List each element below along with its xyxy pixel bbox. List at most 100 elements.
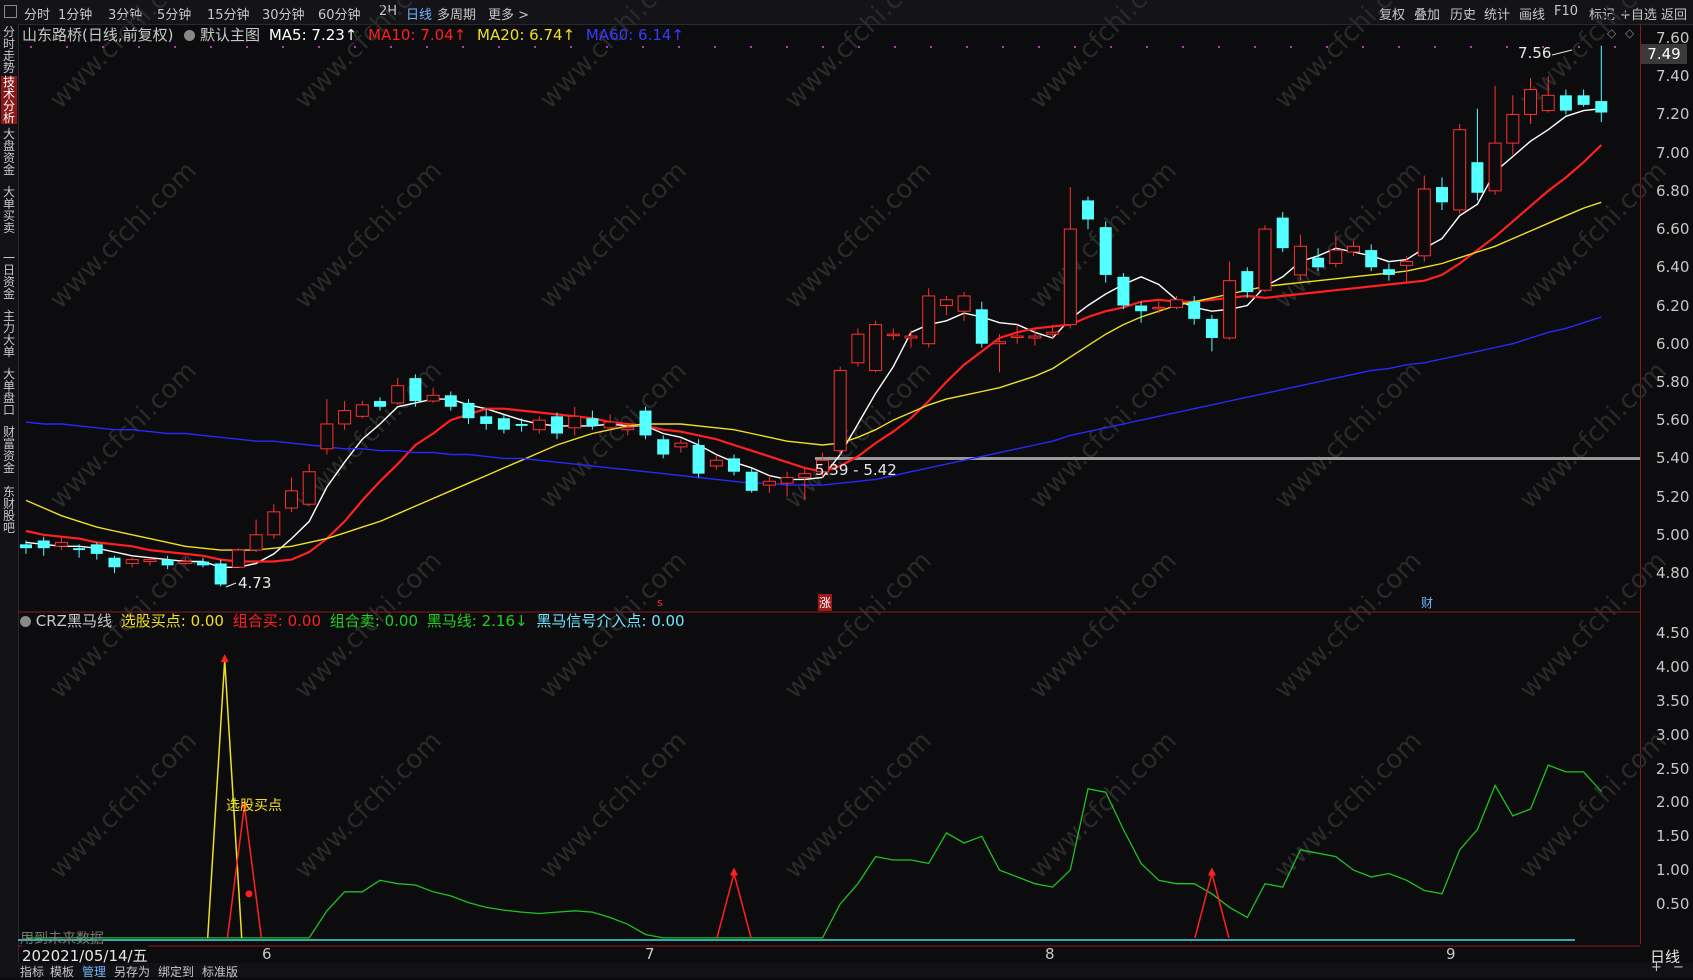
candle-body-down [161, 559, 174, 566]
candle-body-up [1347, 245, 1360, 253]
low-price-label: 4.73 [238, 574, 272, 592]
ma5-value: MA5: 7.23↑ [268, 26, 358, 44]
candle-body-up [603, 421, 617, 429]
watermark-text: www.cfchi.com [289, 726, 448, 885]
candle-body-up [780, 476, 794, 484]
candle-body-down [1312, 257, 1325, 268]
bottom-tab-template[interactable]: 模板 [50, 963, 74, 980]
watermark-text: www.cfchi.com [534, 0, 693, 115]
indicator-tick-label: 3.50 [1656, 691, 1690, 710]
candle-body-up [143, 559, 157, 563]
candle-body-up [762, 480, 776, 486]
zoom-in-icon[interactable]: + [1651, 960, 1662, 975]
stock-title: 山东路桥(日线,前复权) [22, 26, 174, 44]
candle-body-up [674, 442, 688, 448]
indicator-item-combo-sell: 组合卖: 0.00 [329, 612, 419, 630]
diamond-icon-2[interactable]: ◇ [1625, 26, 1634, 40]
candle-body-up [621, 427, 635, 431]
marker-s[interactable]: s [657, 596, 663, 609]
candle-body-up [869, 324, 883, 371]
indicator-item-signal: 黑马信号介入点: 0.00 [536, 612, 685, 630]
candle-body-down [1471, 162, 1484, 193]
candle-body-up [178, 561, 192, 564]
template-settings-icon[interactable] [184, 30, 196, 41]
candle-body-up [1046, 331, 1060, 335]
candle-body-up [532, 419, 546, 431]
date-month-6: 6 [262, 945, 272, 963]
candle-body-down [1082, 200, 1094, 220]
watermark-text: www.cfchi.com [1269, 356, 1428, 515]
ma10-value: MA10: 7.04↑ [368, 26, 467, 44]
marker-zhang[interactable]: 涨 [818, 594, 833, 611]
candle-body-up [231, 549, 245, 568]
zoom-out-icon[interactable]: − [1673, 960, 1684, 975]
candle-body-down [409, 378, 422, 402]
watermark-text: www.cfchi.com [1514, 726, 1673, 885]
candle-body-down [692, 444, 705, 474]
range-label: 5.39 - 5.42 [815, 461, 897, 479]
indicator-tick-label: 4.50 [1656, 624, 1690, 642]
candle-body-down [444, 395, 457, 407]
diamond-icon[interactable]: ◇ [1607, 26, 1616, 40]
indicator-settings-icon[interactable] [20, 616, 31, 627]
candle-body-down [108, 557, 121, 568]
signal-arrow [1207, 867, 1216, 876]
candle-body-up [320, 423, 334, 450]
candle-body-up [125, 559, 139, 564]
indicator-tick-label: 2.50 [1656, 759, 1690, 778]
candle-body-down [214, 563, 227, 585]
watermark-text: www.cfchi.com [1514, 356, 1673, 515]
indicator-tick-label: 4.00 [1656, 657, 1690, 676]
candle-body-up [851, 333, 865, 364]
price-tick-label: 5.20 [1656, 487, 1690, 506]
price-tick-label: 5.40 [1656, 449, 1690, 468]
date-month-8: 8 [1045, 945, 1055, 963]
candle-body-up [1223, 280, 1237, 339]
candle-body-down [197, 561, 209, 566]
bottom-tab-indicator[interactable]: 指标 [20, 963, 44, 980]
high-price-label: 7.56 [1518, 44, 1552, 62]
watermark-text: www.cfchi.com [44, 0, 203, 115]
indicator-item-black-horse: 黑马线: 2.16↓ [426, 612, 528, 630]
candle-body-up [1293, 245, 1307, 276]
candle-body-down [1436, 187, 1448, 203]
watermark-text: www.cfchi.com [1269, 546, 1428, 705]
candle-body-down [480, 416, 493, 424]
bottom-tab-standard[interactable]: 标准版 [202, 963, 238, 980]
template-name[interactable]: 默认主图 [200, 26, 260, 44]
indicator-name[interactable]: CRZ黑马线 [36, 612, 112, 630]
kline-chart[interactable]: www.cfchi.com www.cfchi.com www.cfchi.com w… [0, 0, 1693, 977]
signal-spike [226, 805, 263, 938]
candle-body-down [639, 410, 652, 436]
watermark-text: www.cfchi.com [1514, 546, 1673, 705]
bottom-tab-manage[interactable]: 管理 [82, 963, 106, 980]
candle-body-up [355, 404, 369, 417]
price-tick-label: 6.00 [1656, 334, 1690, 353]
watermark-text: www.cfchi.com [44, 726, 203, 885]
indicator-item-buy-point: 选股买点: 0.00 [120, 612, 224, 630]
candle-body-up [338, 410, 352, 425]
candle-body-down [586, 418, 599, 426]
watermark-text: www.cfchi.com [1269, 156, 1428, 315]
candle-body-up [904, 335, 918, 339]
candle-body-down [1276, 217, 1289, 249]
bottom-tabs: 指标 模板 管理 另存为 绑定到 标准版 + − [18, 960, 1693, 980]
candle-body-up [1524, 89, 1537, 115]
candle-body-down [551, 416, 563, 434]
date-axis: 202021/05/14/五 6 7 8 9 [18, 944, 1640, 966]
candle-body-up [939, 299, 953, 306]
bottom-tab-save-as[interactable]: 另存为 [114, 963, 150, 980]
price-tick-label: 7.20 [1656, 105, 1690, 124]
candle-body-up [1028, 335, 1042, 339]
signal-spike [716, 870, 752, 939]
bottom-tab-bind[interactable]: 绑定到 [158, 963, 194, 980]
candle-body-down [1135, 305, 1148, 312]
watermark-text: www.cfchi.com [1024, 356, 1183, 515]
indicator-tick-label: 1.50 [1656, 827, 1690, 846]
candle-body-down [1595, 101, 1608, 113]
marker-cai[interactable]: 财 [1421, 594, 1433, 611]
watermark-text: www.cfchi.com [1514, 156, 1673, 315]
current-price-tag: 7.49 [1641, 44, 1687, 64]
candle-body-down [745, 471, 758, 491]
indicator-legend: CRZ黑马线 选股买点: 0.00 组合买: 0.00 组合卖: 0.00 黑马… [20, 610, 685, 631]
